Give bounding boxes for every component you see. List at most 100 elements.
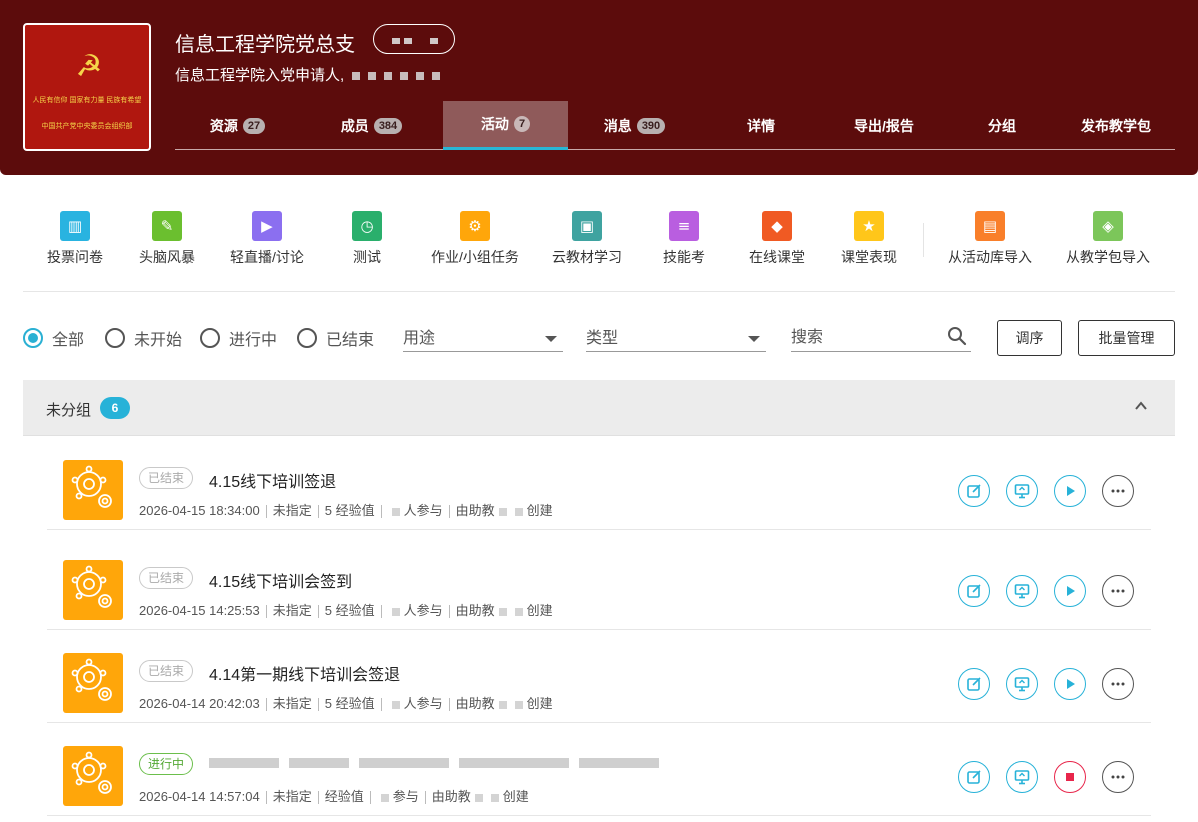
reorder-button[interactable]: 调序 bbox=[997, 320, 1062, 356]
cover-org: 中国共产党中央委员会组织部 bbox=[41, 123, 133, 130]
activity-participants: 参与 bbox=[392, 789, 419, 804]
tool-import-library[interactable]: ▤ 从活动库导入 bbox=[948, 211, 1032, 267]
tab-5[interactable]: 导出/报告 bbox=[821, 101, 947, 150]
tab-1[interactable]: 成员 384 bbox=[300, 101, 443, 150]
group-header[interactable]: 未分组 6 bbox=[23, 380, 1175, 436]
filter-radio-ended[interactable]: 已结束 bbox=[297, 326, 374, 350]
tool-skill-exam[interactable]: ≡ 技能考 bbox=[663, 211, 705, 267]
activity-row[interactable]: 进行中 2026-04-14 14:57:04 未指定 经验值 参与 由助教 创建 bbox=[47, 723, 1151, 816]
filter-radio-not-started[interactable]: 未开始 bbox=[105, 326, 182, 350]
tab-label: 活动 bbox=[480, 116, 509, 132]
tab-count-badge: 384 bbox=[373, 117, 403, 134]
activity-assignee: 未指定 bbox=[272, 789, 312, 804]
activity-creator-suffix: 创建 bbox=[502, 789, 529, 804]
import-package-icon: ◈ bbox=[1093, 211, 1123, 241]
edit-button[interactable] bbox=[958, 761, 990, 793]
batch-manage-button[interactable]: 批量管理 bbox=[1078, 320, 1175, 356]
activity-name[interactable]: 4.14第一期线下培训会签退 bbox=[209, 661, 400, 685]
tab-label: 资源 bbox=[209, 117, 238, 134]
activity-creator-prefix: 由助教 bbox=[431, 789, 471, 804]
activity-creator-prefix: 由助教 bbox=[455, 603, 495, 618]
tool-live-discussion[interactable]: ▶ 轻直播/讨论 bbox=[230, 211, 304, 267]
course-tabs: 资源 27 成员 384 活动 7 消息 390 详情 导出/报告 分组 发布教学包 bbox=[175, 101, 1175, 150]
tab-count-badge: 7 bbox=[513, 116, 531, 132]
edit-button[interactable] bbox=[958, 668, 990, 700]
status-badge: 已结束 bbox=[139, 567, 194, 589]
purpose-dropdown[interactable]: 用途 bbox=[403, 324, 563, 352]
tool-poll-chart[interactable]: ▥ 投票问卷 bbox=[47, 211, 103, 267]
tab-count-badge: 390 bbox=[636, 117, 666, 134]
project-screen-button[interactable] bbox=[1006, 575, 1038, 607]
tool-homework-gear[interactable]: ⚙ 作业/小组任务 bbox=[431, 211, 519, 267]
activity-name[interactable]: 4.15线下培训会签到 bbox=[209, 568, 352, 592]
group-name: 未分组 bbox=[46, 402, 92, 419]
activity-participants: 人参与 bbox=[403, 696, 443, 711]
activity-name-redacted[interactable] bbox=[209, 754, 669, 772]
tool-label: 测试 bbox=[353, 249, 381, 265]
activity-row[interactable]: 已结束 4.14第一期线下培训会签退 2026-04-14 20:42:03 未指定 5… bbox=[47, 630, 1151, 723]
edit-button[interactable] bbox=[958, 475, 990, 507]
tab-6[interactable]: 分组 bbox=[947, 101, 1057, 150]
course-code-pill[interactable] bbox=[373, 24, 455, 54]
course-header: ☭ 人民有信仰 国家有力量 民族有希望 中国共产党中央委员会组织部 信息工程学院… bbox=[0, 0, 1198, 175]
activity-meta: 2026-04-15 14:25:53 未指定 5 经验值 人参与 由助教 创建 bbox=[139, 600, 553, 619]
tool-class-performance[interactable]: ★ 课堂表现 bbox=[841, 211, 897, 267]
homework-gear-icon bbox=[63, 460, 123, 520]
more-button[interactable] bbox=[1102, 668, 1134, 700]
tab-0[interactable]: 资源 27 bbox=[175, 101, 300, 150]
more-button[interactable] bbox=[1102, 761, 1134, 793]
type-dropdown[interactable]: 类型 bbox=[586, 324, 766, 352]
cover-slogan: 人民有信仰 国家有力量 民族有希望 bbox=[32, 97, 142, 104]
live-discussion-icon: ▶ bbox=[251, 211, 282, 241]
edit-button[interactable] bbox=[958, 575, 990, 607]
tab-2[interactable]: 活动 7 bbox=[443, 101, 568, 150]
tab-label: 消息 bbox=[603, 117, 632, 134]
start-button[interactable] bbox=[1054, 575, 1086, 607]
chevron-down-icon bbox=[748, 336, 760, 342]
search-icon[interactable] bbox=[947, 326, 967, 346]
activity-exp: 经验值 bbox=[324, 789, 364, 804]
course-title: 信息工程学院党总支 bbox=[175, 34, 355, 56]
course-subtitle: 信息工程学院入党申请人, bbox=[175, 64, 441, 85]
search-input[interactable] bbox=[791, 324, 971, 352]
project-screen-button[interactable] bbox=[1006, 475, 1038, 507]
tab-7[interactable]: 发布教学包 bbox=[1057, 101, 1175, 150]
filter-radio-in-progress[interactable]: 进行中 bbox=[200, 326, 277, 350]
tab-3[interactable]: 消息 390 bbox=[568, 101, 701, 150]
tool-label: 云教材学习 bbox=[552, 249, 622, 265]
project-screen-button[interactable] bbox=[1006, 761, 1038, 793]
start-button[interactable] bbox=[1054, 475, 1086, 507]
tab-label: 发布教学包 bbox=[1081, 117, 1151, 134]
tool-label: 在线课堂 bbox=[749, 249, 805, 265]
homework-gear-icon: ⚙ bbox=[459, 211, 490, 241]
activity-assignee: 未指定 bbox=[272, 603, 312, 618]
tab-label: 分组 bbox=[988, 117, 1016, 134]
activity-exp: 5 经验值 bbox=[324, 603, 375, 618]
activity-row[interactable]: 已结束 4.15线下培训会签到 2026-04-15 14:25:53 未指定 5 经验… bbox=[47, 537, 1151, 630]
tab-label: 成员 bbox=[340, 117, 369, 134]
activity-name[interactable]: 4.15线下培训签退 bbox=[209, 468, 336, 492]
tool-import-package[interactable]: ◈ 从教学包导入 bbox=[1066, 211, 1150, 267]
tab-label: 详情 bbox=[747, 117, 775, 134]
more-button[interactable] bbox=[1102, 475, 1134, 507]
tool-cloud-textbook[interactable]: ▣ 云教材学习 bbox=[552, 211, 622, 267]
project-screen-button[interactable] bbox=[1006, 668, 1038, 700]
activity-row[interactable]: 已结束 4.15线下培训签退 2026-04-15 18:34:00 未指定 5 经验值… bbox=[47, 437, 1151, 530]
start-button[interactable] bbox=[1054, 668, 1086, 700]
tool-brainstorm-bubble[interactable]: ✎ 头脑风暴 bbox=[139, 211, 195, 267]
tab-4[interactable]: 详情 bbox=[701, 101, 821, 150]
tool-label: 从教学包导入 bbox=[1066, 249, 1150, 265]
activity-meta: 2026-04-14 20:42:03 未指定 5 经验值 人参与 由助教 创建 bbox=[139, 693, 553, 712]
homework-gear-icon bbox=[63, 653, 123, 713]
tool-online-class[interactable]: ◆ 在线课堂 bbox=[749, 211, 805, 267]
activity-assignee: 未指定 bbox=[272, 503, 312, 518]
filter-radio-all[interactable]: 全部 bbox=[23, 326, 84, 350]
activity-meta: 2026-04-15 18:34:00 未指定 5 经验值 人参与 由助教 创建 bbox=[139, 500, 553, 519]
activity-toolbar: ▥ 投票问卷 ✎ 头脑风暴 ▶ 轻直播/讨论 ◷ 测试 ⚙ 作业/小组任务 ▣ 云教材学习 ≡ 技能考 ◆ 在… bbox=[23, 203, 1175, 292]
stop-button[interactable] bbox=[1054, 761, 1086, 793]
chevron-up-icon[interactable] bbox=[1135, 400, 1147, 412]
tool-quiz[interactable]: ◷ 测试 bbox=[352, 211, 382, 267]
tool-label: 从活动库导入 bbox=[948, 249, 1032, 265]
more-button[interactable] bbox=[1102, 575, 1134, 607]
toolbar-divider bbox=[923, 223, 924, 257]
